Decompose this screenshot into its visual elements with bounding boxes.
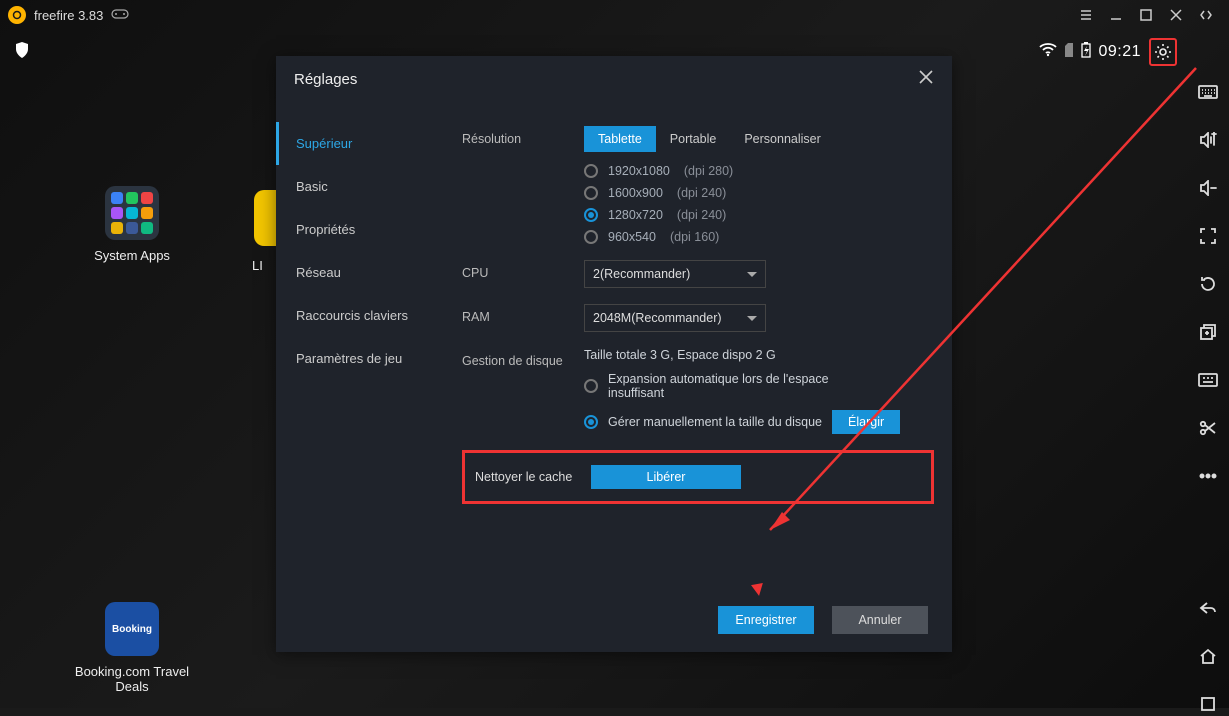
title-bar: freefire 3.83 xyxy=(0,0,1229,30)
sidebar-item-superior[interactable]: Supérieur xyxy=(276,122,444,165)
minimize-button[interactable] xyxy=(1101,0,1131,30)
sidebar-item-basic[interactable]: Basic xyxy=(276,165,444,208)
res-opt-960[interactable]: 960x540(dpi 160) xyxy=(584,230,934,244)
right-toolbar xyxy=(1187,80,1229,716)
enlarge-button[interactable]: Élargir xyxy=(832,410,900,434)
resolution-segmented: Tablette Portable Personnaliser xyxy=(584,126,835,152)
disk-label: Gestion de disque xyxy=(462,348,584,368)
more-icon[interactable] xyxy=(1196,464,1220,488)
collapse-button[interactable] xyxy=(1191,0,1221,30)
fullscreen-icon[interactable] xyxy=(1196,224,1220,248)
ram-label: RAM xyxy=(462,304,584,324)
disk-auto-expand[interactable]: Expansion automatique lors de l'espace i… xyxy=(584,372,934,400)
sidebar-item-properties[interactable]: Propriétés xyxy=(276,208,444,251)
save-button[interactable]: Enregistrer xyxy=(718,606,814,634)
chevron-down-icon xyxy=(747,272,757,277)
disk-manual[interactable]: Gérer manuellement la taille du disqueÉl… xyxy=(584,410,934,434)
res-tab-custom[interactable]: Personnaliser xyxy=(730,126,834,152)
dialog-title: Réglages xyxy=(294,71,357,88)
shield-icon xyxy=(14,41,30,64)
clock-text: 09:21 xyxy=(1098,43,1141,61)
res-tab-portable[interactable]: Portable xyxy=(656,126,731,152)
app-title: freefire 3.83 xyxy=(34,8,103,23)
settings-dialog: Réglages Supérieur Basic Propriétés Rése… xyxy=(276,56,952,652)
cancel-button[interactable]: Annuler xyxy=(832,606,928,634)
booking-shortcut[interactable]: Booking Booking.com Travel Deals xyxy=(62,602,202,694)
system-apps-icon xyxy=(105,186,159,240)
battery-icon xyxy=(1081,42,1091,63)
res-tab-tablet[interactable]: Tablette xyxy=(584,126,656,152)
settings-gear-highlight[interactable] xyxy=(1149,38,1177,66)
chevron-down-icon xyxy=(747,316,757,321)
gear-icon xyxy=(1154,43,1172,61)
home-icon[interactable] xyxy=(1196,644,1220,668)
booking-label: Booking.com Travel Deals xyxy=(62,664,202,694)
keyboard-icon[interactable] xyxy=(1196,80,1220,104)
release-cache-button[interactable]: Libérer xyxy=(591,465,741,489)
menu-button[interactable] xyxy=(1071,0,1101,30)
app-tile-partial-label: LI xyxy=(252,258,263,273)
dialog-footer: Enregistrer Annuler xyxy=(718,606,928,634)
res-opt-1600[interactable]: 1600x900(dpi 240) xyxy=(584,186,934,200)
system-apps-label: System Apps xyxy=(72,248,192,263)
resolution-label: Résolution xyxy=(462,126,584,146)
volume-up-icon[interactable] xyxy=(1196,128,1220,152)
scissors-icon[interactable] xyxy=(1196,416,1220,440)
gamepad-icon xyxy=(111,8,129,23)
clear-cache-row: Nettoyer le cache Libérer xyxy=(462,450,934,504)
ram-dropdown[interactable]: 2048M(Recommander) xyxy=(584,304,766,332)
cache-label: Nettoyer le cache xyxy=(475,470,591,484)
sidebar-item-network[interactable]: Réseau xyxy=(276,251,444,294)
refresh-icon[interactable] xyxy=(1196,272,1220,296)
settings-content: Résolution Tablette Portable Personnalis… xyxy=(444,102,952,592)
booking-icon: Booking xyxy=(105,602,159,656)
disk-summary: Taille totale 3 G, Espace dispo 2 G xyxy=(584,348,934,362)
res-opt-1920[interactable]: 1920x1080(dpi 280) xyxy=(584,164,934,178)
close-button[interactable] xyxy=(1161,0,1191,30)
recents-icon[interactable] xyxy=(1196,692,1220,716)
sim-icon xyxy=(1063,42,1075,63)
wifi-icon xyxy=(1039,43,1057,62)
cpu-label: CPU xyxy=(462,260,584,280)
app-logo-icon xyxy=(8,6,26,24)
system-apps-shortcut[interactable]: System Apps xyxy=(72,186,192,263)
maximize-button[interactable] xyxy=(1131,0,1161,30)
sidebar-item-game-settings[interactable]: Paramètres de jeu xyxy=(276,337,444,380)
volume-down-icon[interactable] xyxy=(1196,176,1220,200)
res-opt-1280[interactable]: 1280x720(dpi 240) xyxy=(584,208,934,222)
dialog-header: Réglages xyxy=(276,56,952,102)
cpu-dropdown[interactable]: 2(Recommander) xyxy=(584,260,766,288)
dialog-close-icon[interactable] xyxy=(918,69,934,89)
multi-window-icon[interactable] xyxy=(1196,320,1220,344)
back-icon[interactable] xyxy=(1196,596,1220,620)
keymap-icon[interactable] xyxy=(1196,368,1220,392)
sidebar-item-shortcuts[interactable]: Raccourcis claviers xyxy=(276,294,444,337)
settings-sidebar: Supérieur Basic Propriétés Réseau Raccou… xyxy=(276,102,444,592)
